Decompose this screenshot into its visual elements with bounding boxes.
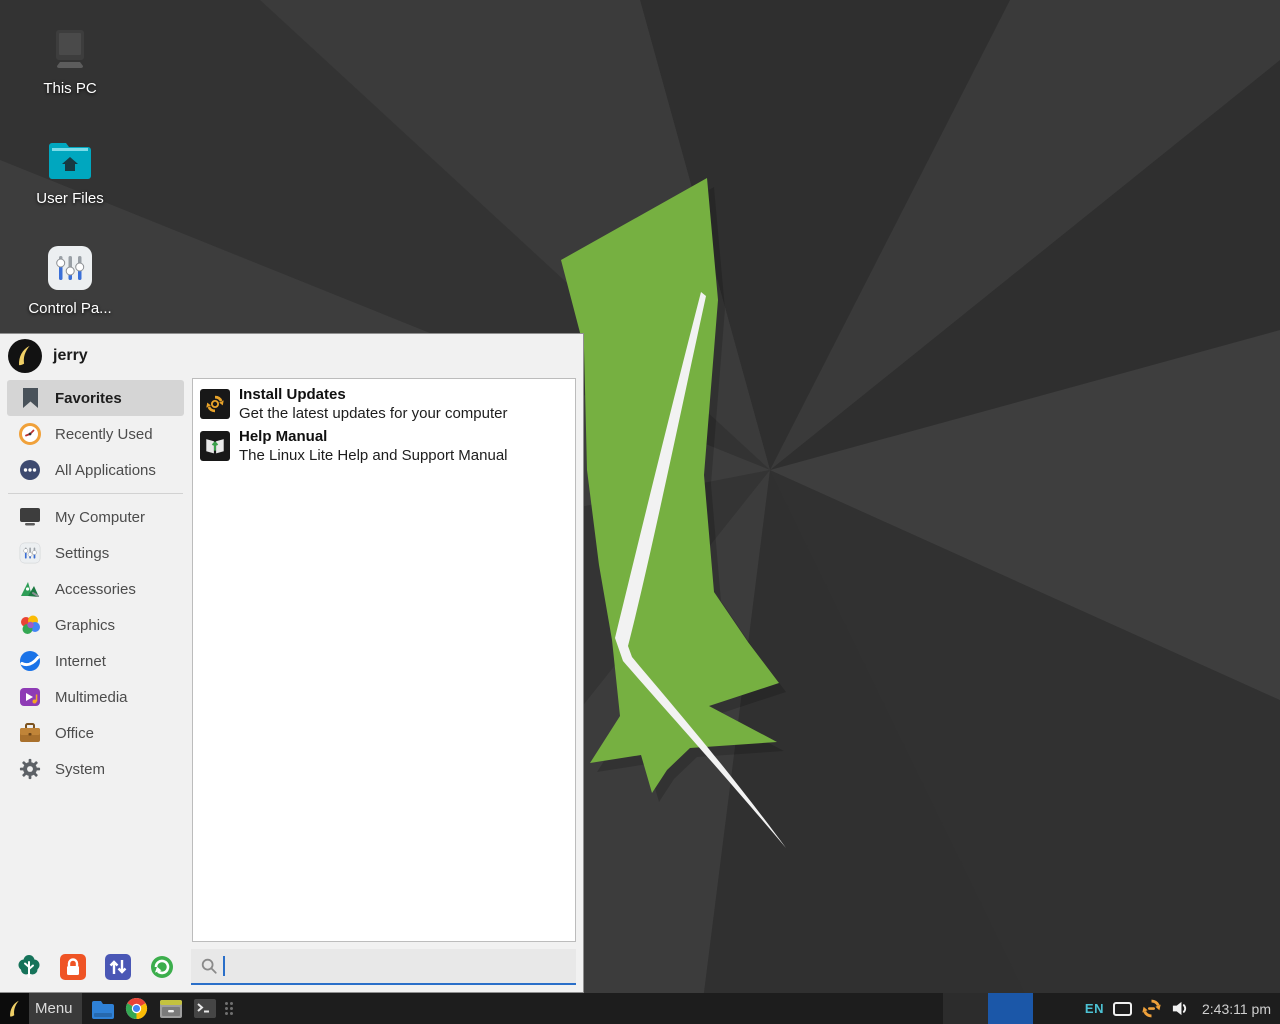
settings-manager-button[interactable] — [15, 954, 42, 981]
display-icon[interactable] — [1113, 1002, 1132, 1016]
monitor-icon — [18, 505, 42, 529]
app-title: Install Updates — [239, 385, 507, 404]
sidebar-item-my-computer[interactable]: My Computer — [7, 499, 184, 535]
tree-icon — [16, 954, 42, 980]
sliders-icon — [18, 541, 42, 565]
volume-icon[interactable] — [1171, 999, 1190, 1018]
help-manual-icon — [200, 431, 230, 461]
sidebar-item-label: Favorites — [55, 390, 122, 407]
whisker-menu: jerry Favorites — [0, 333, 584, 993]
logout-button[interactable] — [149, 954, 176, 981]
file-manager-icon — [91, 999, 115, 1019]
computer-icon — [43, 22, 97, 72]
menu-button-label: Menu — [29, 993, 82, 1024]
archive-manager-launcher[interactable] — [158, 996, 184, 1022]
search-icon — [200, 957, 218, 975]
desktop-icon-label: Control Pa... — [28, 300, 111, 317]
clock-icon — [18, 422, 42, 446]
menu-header: jerry — [0, 334, 583, 378]
sidebar-item-label: Recently Used — [55, 426, 153, 443]
terminal-launcher[interactable] — [192, 996, 218, 1022]
desktop-icon-control-panel[interactable]: Control Pa... — [8, 242, 132, 317]
switch-user-button[interactable] — [104, 954, 131, 981]
feather-icon — [0, 993, 29, 1024]
all-apps-icon — [18, 458, 42, 482]
sidebar-item-label: Multimedia — [55, 689, 128, 706]
lock-screen-button[interactable] — [60, 954, 87, 981]
workspace-1[interactable] — [943, 993, 988, 1024]
file-manager-launcher[interactable] — [90, 996, 116, 1022]
sidebar-separator — [8, 493, 183, 494]
graphics-icon — [18, 613, 42, 637]
terminal-icon — [193, 998, 217, 1019]
sidebar-item-graphics[interactable]: Graphics — [7, 607, 184, 643]
sidebar-item-multimedia[interactable]: Multimedia — [7, 679, 184, 715]
desktop-icon-this-pc[interactable]: This PC — [8, 22, 132, 97]
menu-button[interactable]: Menu — [0, 993, 82, 1024]
desktop: This PC User Files — [0, 0, 1280, 1024]
app-title: Help Manual — [239, 427, 508, 446]
text-caret — [223, 956, 225, 976]
username: jerry — [53, 347, 88, 365]
desktop-icon-label: This PC — [43, 80, 96, 97]
sidebar-item-accessories[interactable]: Accessories — [7, 571, 184, 607]
internet-icon — [18, 649, 42, 673]
workspace-switcher[interactable] — [943, 993, 1033, 1024]
system-tray: EN 2:43:11 pm — [1085, 998, 1280, 1019]
search-input[interactable] — [234, 958, 567, 975]
search-field[interactable] — [191, 949, 576, 985]
archive-icon — [159, 999, 183, 1019]
folder-home-icon — [45, 132, 95, 182]
sidebar-item-label: My Computer — [55, 509, 145, 526]
sidebar-item-label: Internet — [55, 653, 106, 670]
accessories-icon — [18, 577, 42, 601]
panel-handle[interactable] — [224, 996, 234, 1022]
sidebar-item-settings[interactable]: Settings — [7, 535, 184, 571]
gear-icon — [18, 757, 42, 781]
switch-user-icon — [105, 954, 131, 980]
desktop-icon-user-files[interactable]: User Files — [8, 132, 132, 207]
feather-icon — [14, 345, 36, 367]
sidebar-item-label: Office — [55, 725, 94, 742]
sidebar-item-recently-used[interactable]: Recently Used — [7, 416, 184, 452]
app-item-install-updates[interactable]: Install Updates Get the latest updates f… — [197, 383, 571, 425]
menu-footer — [0, 942, 583, 992]
user-avatar[interactable] — [8, 339, 42, 373]
lock-icon — [60, 954, 86, 980]
app-item-help-manual[interactable]: Help Manual The Linux Lite Help and Supp… — [197, 425, 571, 467]
logout-icon — [149, 954, 175, 980]
sidebar-item-label: Settings — [55, 545, 109, 562]
desktop-icon-label: User Files — [36, 190, 104, 207]
chrome-icon — [125, 997, 148, 1020]
chrome-launcher[interactable] — [124, 996, 150, 1022]
sidebar-item-office[interactable]: Office — [7, 715, 184, 751]
bookmark-icon — [18, 386, 42, 410]
install-updates-icon — [200, 389, 230, 419]
sidebar-item-label: All Applications — [55, 462, 156, 479]
taskbar: Menu — [0, 993, 1280, 1024]
sidebar-item-internet[interactable]: Internet — [7, 643, 184, 679]
sidebar-item-all-applications[interactable]: All Applications — [7, 452, 184, 488]
sidebar-item-label: System — [55, 761, 105, 778]
sidebar-item-favorites[interactable]: Favorites — [7, 380, 184, 416]
control-panel-icon — [46, 242, 94, 292]
sidebar-item-label: Accessories — [55, 581, 136, 598]
sidebar-item-label: Graphics — [55, 617, 115, 634]
update-notifier-icon[interactable] — [1141, 998, 1162, 1019]
briefcase-icon — [18, 721, 42, 745]
app-subtitle: Get the latest updates for your computer — [239, 404, 507, 423]
clock[interactable]: 2:43:11 pm — [1202, 1001, 1271, 1017]
keyboard-layout-indicator[interactable]: EN — [1085, 1001, 1104, 1016]
multimedia-icon — [18, 685, 42, 709]
menu-sidebar: Favorites Recently Used — [0, 378, 191, 942]
sidebar-item-system[interactable]: System — [7, 751, 184, 787]
workspace-2-active[interactable] — [988, 993, 1033, 1024]
menu-app-list: Install Updates Get the latest updates f… — [192, 378, 576, 942]
app-subtitle: The Linux Lite Help and Support Manual — [239, 446, 508, 465]
